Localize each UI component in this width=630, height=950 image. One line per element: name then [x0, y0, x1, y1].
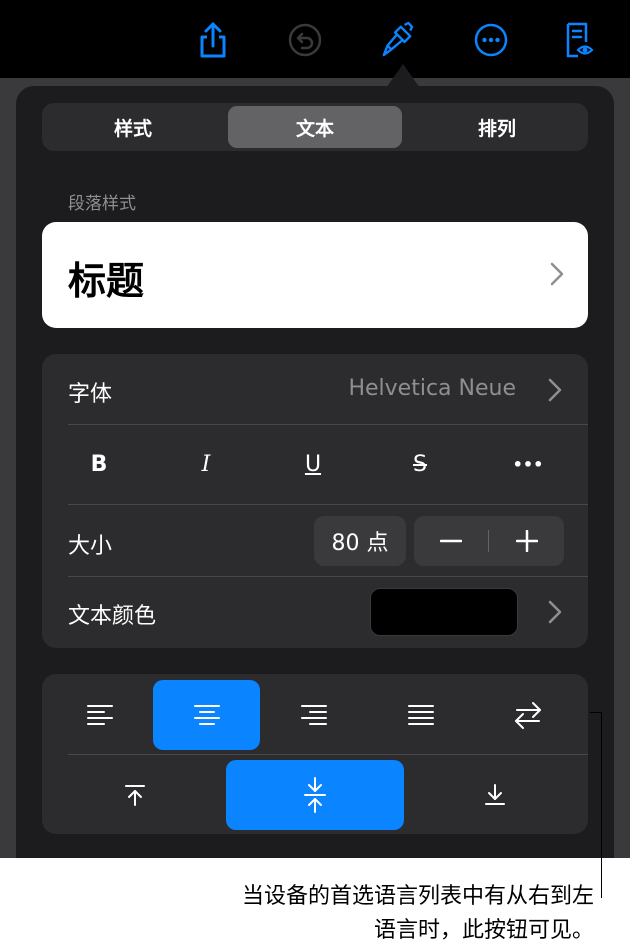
- text-color-swatch[interactable]: [370, 588, 518, 636]
- align-justify-button[interactable]: [371, 680, 471, 750]
- callout-line-1: 当设备的首选语言列表中有从右到左: [241, 884, 594, 909]
- popover-arrow: [386, 64, 420, 88]
- font-value[interactable]: Helvetica Neue: [348, 376, 516, 401]
- paragraph-style-label: 段落样式: [68, 194, 136, 214]
- document-view-icon[interactable]: [562, 20, 596, 60]
- more-icon[interactable]: [474, 20, 508, 60]
- underline-button[interactable]: U: [283, 442, 343, 486]
- tab-text[interactable]: 文本: [228, 106, 402, 148]
- tab-arrange[interactable]: 排列: [410, 106, 584, 148]
- alignment-group: [42, 674, 588, 834]
- format-brush-icon[interactable]: [380, 20, 414, 60]
- decrease-size-button[interactable]: [414, 516, 488, 566]
- chevron-right-icon[interactable]: [548, 600, 562, 628]
- stepper-divider: [488, 530, 489, 552]
- increase-size-button[interactable]: [490, 516, 564, 566]
- font-size-field[interactable]: 80 点: [314, 516, 406, 566]
- callout-line: [601, 712, 602, 898]
- chevron-right-icon: [550, 262, 564, 290]
- tab-style[interactable]: 样式: [46, 106, 220, 148]
- font-label: 字体: [68, 382, 113, 407]
- align-center-button[interactable]: [153, 680, 260, 750]
- align-right-button[interactable]: [264, 680, 364, 750]
- paragraph-style-button[interactable]: 标题: [42, 222, 588, 328]
- text-direction-button[interactable]: [478, 680, 578, 750]
- divider: [68, 424, 588, 425]
- bold-button[interactable]: B: [69, 442, 129, 486]
- align-bottom-button[interactable]: [410, 760, 580, 830]
- undo-icon[interactable]: [288, 20, 322, 60]
- divider: [68, 754, 588, 755]
- align-top-button[interactable]: [50, 760, 220, 830]
- size-label: 大小: [68, 534, 113, 559]
- divider: [68, 576, 588, 577]
- divider: [68, 504, 588, 505]
- italic-button[interactable]: I: [176, 442, 236, 486]
- more-text-options-button[interactable]: •••: [498, 442, 558, 486]
- format-tabs: 样式 文本 排列: [42, 103, 588, 151]
- paragraph-style-value: 标题: [68, 259, 145, 303]
- callout-line-2: 语言时，此按钮可见。: [373, 918, 594, 943]
- align-middle-button[interactable]: [226, 760, 404, 830]
- callout-text: 当设备的首选语言列表中有从右到左 语言时，此按钮可见。: [242, 880, 594, 948]
- top-toolbar: [0, 0, 630, 78]
- chevron-right-icon[interactable]: [548, 378, 562, 406]
- share-icon[interactable]: [196, 20, 230, 60]
- strikethrough-button[interactable]: S: [390, 442, 450, 486]
- align-left-button[interactable]: [50, 680, 150, 750]
- text-color-label: 文本颜色: [68, 604, 157, 629]
- font-settings-group: 字体 Helvetica Neue B I U S ••• 大小 80 点 文本…: [42, 354, 588, 648]
- font-size-stepper: [414, 516, 564, 566]
